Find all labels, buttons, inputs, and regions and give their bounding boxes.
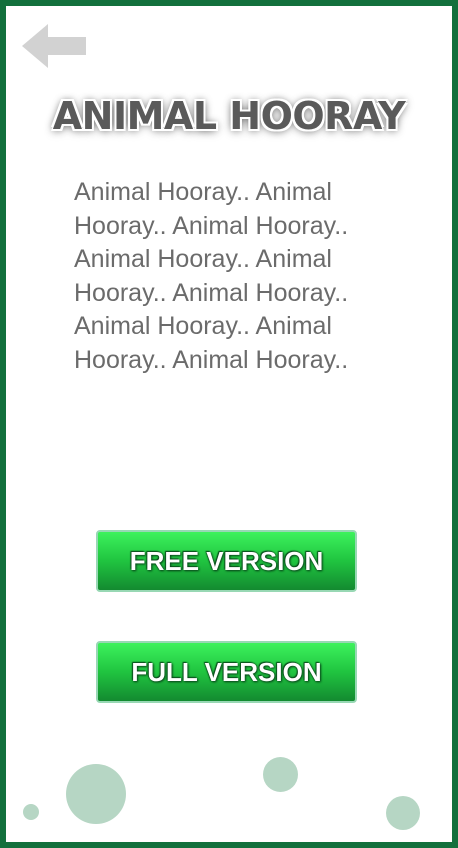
- app-frame: ANIMAL HOORAY Animal Hooray.. Animal Hoo…: [0, 0, 458, 848]
- description-text: Animal Hooray.. Animal Hooray.. Animal H…: [74, 178, 349, 374]
- back-button[interactable]: [20, 22, 92, 74]
- decorative-bubble: [263, 757, 298, 792]
- full-version-button[interactable]: FULL VERSION: [96, 641, 357, 703]
- back-arrow-icon: [22, 24, 86, 68]
- decorative-bubble: [23, 804, 39, 820]
- decorative-bubble: [66, 764, 126, 824]
- free-version-button[interactable]: FREE VERSION: [96, 530, 357, 592]
- decorative-bubble: [386, 796, 420, 830]
- app-title: ANIMAL HOORAY: [52, 94, 406, 138]
